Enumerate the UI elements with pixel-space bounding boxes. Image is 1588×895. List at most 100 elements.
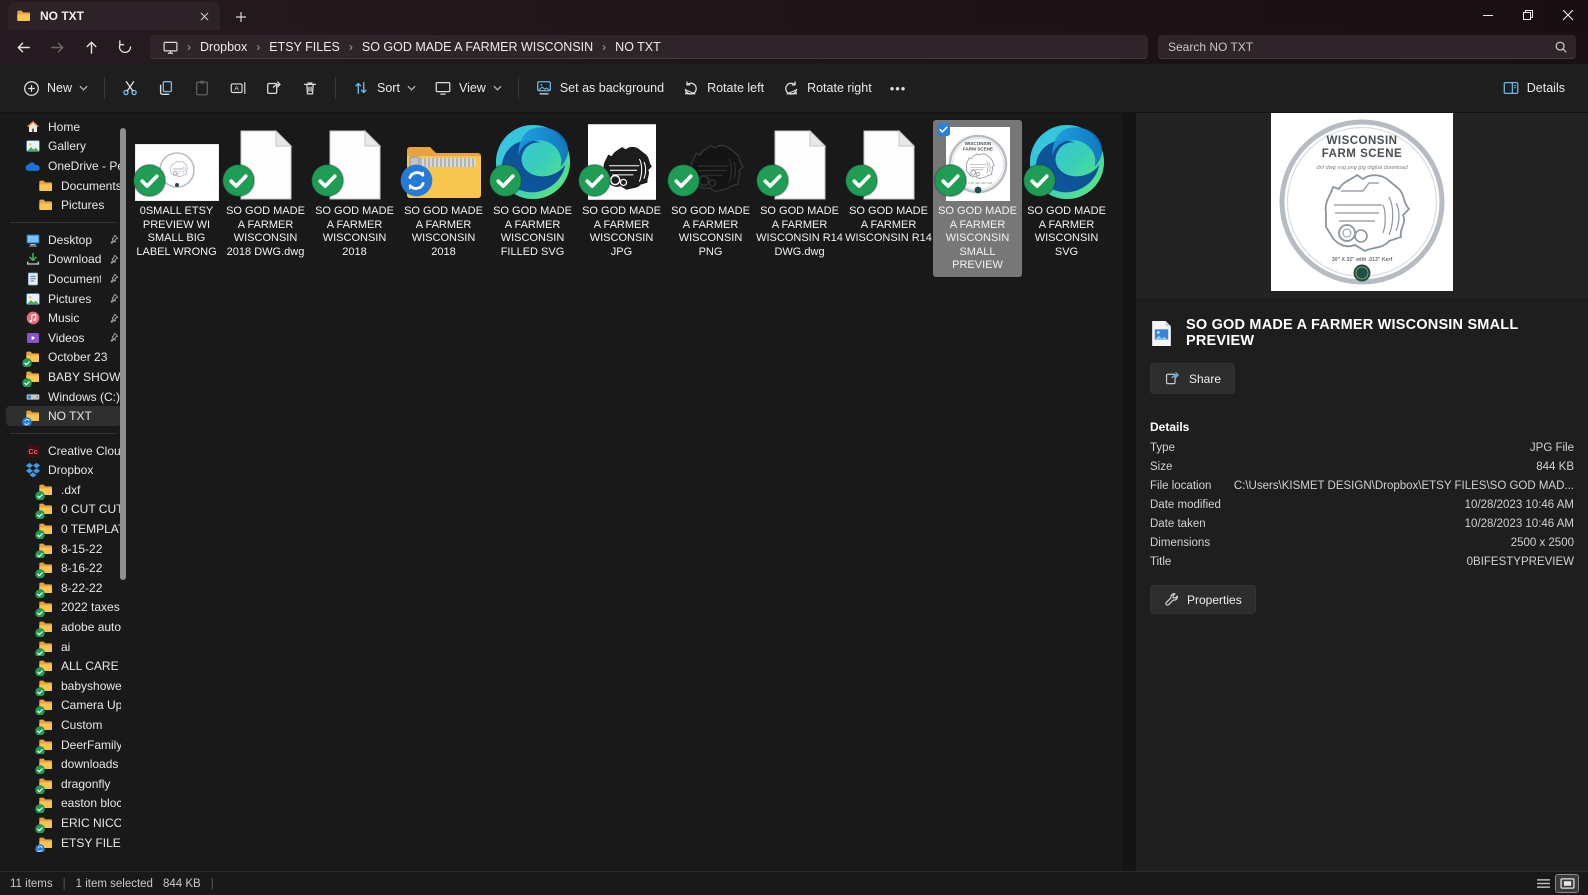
details-row-label: Size xyxy=(1150,461,1172,473)
badge-check-icon xyxy=(35,804,45,813)
refresh-button[interactable] xyxy=(108,33,142,61)
sidebar-item[interactable]: Documents xyxy=(6,176,121,196)
rename-button[interactable]: A xyxy=(220,71,256,105)
sidebar-item[interactable]: NO TXT xyxy=(6,406,121,426)
rotate-left-button[interactable]: Rotate left xyxy=(673,71,773,105)
sidebar-item[interactable]: dragonfly xyxy=(6,774,121,794)
cut-button[interactable] xyxy=(112,71,148,105)
sidebar-item[interactable]: Custom xyxy=(6,715,121,735)
sidebar-item[interactable]: Dropbox xyxy=(6,461,121,481)
sidebar-item[interactable]: .dxf xyxy=(6,480,121,500)
file-tile[interactable]: SO GOD MADE A FARMER WISCONSIN SVG xyxy=(1022,120,1111,263)
explorer-tab[interactable]: NO TXT xyxy=(8,2,220,30)
sidebar-item[interactable]: Home xyxy=(6,117,121,137)
sidebar-item[interactable]: Gallery xyxy=(6,137,121,157)
sidebar-item[interactable]: BABY SHOWER BI xyxy=(6,367,121,387)
restore-button[interactable] xyxy=(1508,0,1548,30)
file-tile[interactable]: SO GOD MADE A FARMER WISCONSIN R14 xyxy=(844,120,933,250)
file-tile[interactable]: SO GOD MADE A FARMER WISCONSIN PNG xyxy=(666,120,755,263)
set-background-button[interactable]: Set as background xyxy=(526,71,673,105)
sidebar-item[interactable]: Cc Creative Cloud Fi xyxy=(6,441,121,461)
sidebar-item[interactable]: Desktop xyxy=(6,230,121,250)
folder-icon xyxy=(38,776,54,792)
badge-check-icon xyxy=(35,628,45,637)
large-icons-view-toggle[interactable] xyxy=(1556,875,1578,892)
file-tile[interactable]: SO GOD MADE A FARMER WISCONSIN R14 DWG.d… xyxy=(755,120,844,263)
forward-button[interactable] xyxy=(40,33,74,61)
sidebar-scrollbar[interactable] xyxy=(120,128,126,580)
share-button-label: Share xyxy=(1189,372,1221,386)
sidebar-item[interactable]: Documents xyxy=(6,269,121,289)
search-input[interactable] xyxy=(1166,39,1554,55)
desktop-icon xyxy=(25,232,41,248)
sidebar-item[interactable]: 8-15-22 xyxy=(6,539,121,559)
sidebar-item[interactable]: October 23 xyxy=(6,348,121,368)
file-tile[interactable]: WISCONSINFARM SCENE30" X 32" with .013" … xyxy=(933,120,1022,277)
sidebar-item[interactable]: babyshower xyxy=(6,676,121,696)
sidebar-item[interactable]: downloads from xyxy=(6,754,121,774)
sidebar-item[interactable]: 2022 taxes xyxy=(6,598,121,618)
sidebar-item[interactable]: Camera Uploads xyxy=(6,696,121,716)
new-tab-button[interactable] xyxy=(228,4,254,30)
file-tile[interactable]: SO GOD MADE A FARMER WISCONSIN JPG xyxy=(577,120,666,263)
details-row-value: 10/28/2023 10:46 AM xyxy=(1465,499,1574,511)
sidebar-item[interactable]: Music xyxy=(6,308,121,328)
sidebar-item[interactable]: 8-22-22 xyxy=(6,578,121,598)
breadcrumb-item[interactable]: Dropbox xyxy=(193,39,254,55)
sidebar-item[interactable]: DeerFamilyMou xyxy=(6,735,121,755)
sidebar-item[interactable]: Pictures xyxy=(6,195,121,215)
rotate-right-button[interactable]: Rotate right xyxy=(773,71,881,105)
sidebar-item[interactable]: easton block xyxy=(6,794,121,814)
close-button[interactable] xyxy=(1548,0,1588,30)
svg-text:WISCONSIN: WISCONSIN xyxy=(1327,135,1398,147)
this-pc-icon[interactable] xyxy=(156,39,185,56)
breadcrumb-item[interactable]: SO GOD MADE A FARMER WISCONSIN xyxy=(355,39,600,55)
file-tile[interactable]: SO GOD MADE A FARMER WISCONSIN FILLED SV… xyxy=(488,120,577,263)
back-button[interactable] xyxy=(6,33,40,61)
more-options-button[interactable]: ••• xyxy=(881,71,916,105)
search-box[interactable] xyxy=(1158,35,1576,59)
selected-checkbox[interactable] xyxy=(937,123,950,136)
sidebar-item[interactable]: Windows (C:) xyxy=(6,387,121,407)
sidebar-item[interactable]: Pictures xyxy=(6,289,121,309)
breadcrumb-item[interactable]: NO TXT xyxy=(608,39,668,55)
tab-close-icon[interactable] xyxy=(196,8,212,24)
details-pane-button[interactable]: Details xyxy=(1493,71,1574,105)
file-tile[interactable]: 0SMALL ETSY PREVIEW WI SMALL BIG LABEL W… xyxy=(132,120,221,263)
badge-check-icon xyxy=(35,746,45,755)
breadcrumb-item[interactable]: ETSY FILES xyxy=(262,39,347,55)
rotate-right-label: Rotate right xyxy=(807,81,872,95)
list-view-toggle[interactable] xyxy=(1532,875,1554,892)
new-button[interactable]: New xyxy=(14,71,97,105)
badge-check-icon xyxy=(35,510,45,519)
view-button[interactable]: View xyxy=(425,71,511,105)
sidebar-item[interactable]: Videos xyxy=(6,328,121,348)
details-row-value: 844 KB xyxy=(1536,461,1574,473)
file-tile[interactable]: SO GOD MADE A FARMER WISCONSIN 2018 xyxy=(399,120,488,263)
paste-button[interactable] xyxy=(184,71,220,105)
up-button[interactable] xyxy=(74,33,108,61)
share-toolbar-button[interactable] xyxy=(256,71,292,105)
sidebar-item[interactable]: OneDrive - Perso xyxy=(6,156,121,176)
sidebar-item[interactable]: 0 CUT CUT CUT xyxy=(6,500,121,520)
minimize-button[interactable] xyxy=(1468,0,1508,30)
preview-image[interactable]: WISCONSIN FARM SCENE dxf dwg svg png jpg… xyxy=(1271,113,1453,291)
sidebar-item[interactable]: ai xyxy=(6,637,121,657)
share-button[interactable]: Share xyxy=(1150,363,1235,394)
sidebar-item[interactable]: ETSY FILES xyxy=(6,833,121,853)
sort-button[interactable]: Sort xyxy=(343,71,425,105)
breadcrumb[interactable]: › Dropbox › ETSY FILES › SO GOD MADE A F… xyxy=(150,35,1148,59)
sidebar-item[interactable]: 8-16-22 xyxy=(6,558,121,578)
delete-button[interactable] xyxy=(292,71,328,105)
sidebar-item[interactable]: 0 TEMPLATES xyxy=(6,519,121,539)
sidebar-item[interactable]: ALL CARE xyxy=(6,656,121,676)
file-tile[interactable]: SO GOD MADE A FARMER WISCONSIN 2018 DWG.… xyxy=(221,120,310,263)
sidebar-item[interactable]: ERIC NICOLE NI xyxy=(6,813,121,833)
sidebar-item[interactable]: adobe autosave xyxy=(6,617,121,637)
badge-sync-icon xyxy=(22,417,32,426)
copy-button[interactable] xyxy=(148,71,184,105)
file-tile[interactable]: SO GOD MADE A FARMER WISCONSIN 2018 xyxy=(310,120,399,263)
file-name: SO GOD MADE A FARMER WISCONSIN 2018 xyxy=(311,205,398,259)
sidebar-item[interactable]: Downloads xyxy=(6,250,121,270)
properties-button[interactable]: Properties xyxy=(1150,585,1256,614)
